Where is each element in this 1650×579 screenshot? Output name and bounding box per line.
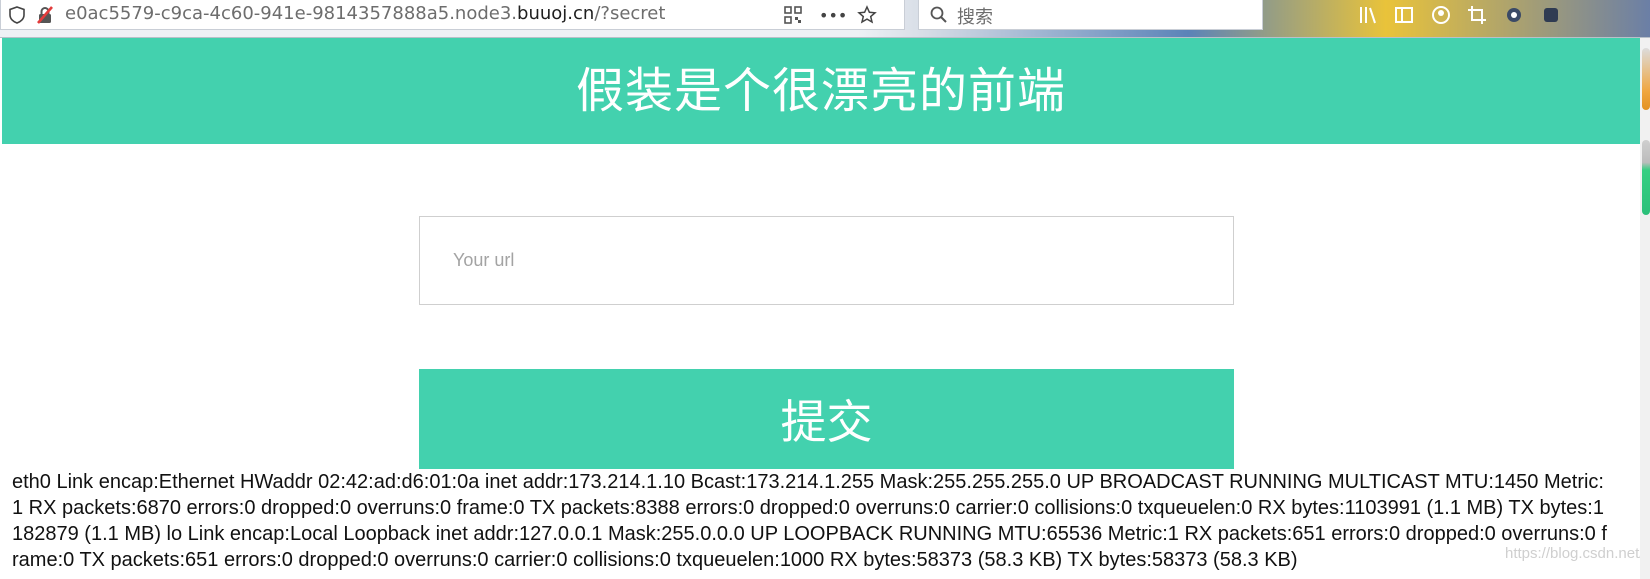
scrollbar-thumb-top[interactable] bbox=[1642, 48, 1650, 110]
page-title: 假装是个很漂亮的前端 bbox=[575, 63, 1066, 119]
scrollbar-track[interactable] bbox=[1640, 38, 1650, 579]
more-actions-icon[interactable]: ••• bbox=[819, 6, 847, 26]
browser-toolbar: e0ac5579-c9ca-4c60-941e-9814357888a5.nod… bbox=[0, 0, 1650, 38]
search-icon bbox=[929, 5, 949, 25]
insecure-lock-icon[interactable] bbox=[35, 5, 55, 25]
search-placeholder: 搜索 bbox=[957, 7, 993, 28]
address-bar[interactable]: e0ac5579-c9ca-4c60-941e-9814357888a5.nod… bbox=[0, 0, 905, 30]
qr-code-icon[interactable] bbox=[783, 5, 803, 25]
url-text[interactable]: e0ac5579-c9ca-4c60-941e-9814357888a5.nod… bbox=[65, 3, 665, 24]
bookmark-star-icon[interactable] bbox=[857, 5, 877, 25]
account-icon[interactable] bbox=[1430, 4, 1452, 26]
url-prefix: e0ac5579-c9ca-4c60-941e-9814357888a5.nod… bbox=[65, 3, 518, 24]
command-output: eth0 Link encap:Ethernet HWaddr 02:42:ad… bbox=[12, 471, 1607, 571]
extension-icon[interactable] bbox=[1503, 4, 1525, 26]
url-suffix: /?secret bbox=[594, 3, 666, 24]
page-header: 假装是个很漂亮的前端 bbox=[2, 38, 1640, 144]
submit-button[interactable]: 提交 bbox=[419, 369, 1234, 469]
sidebar-icon[interactable] bbox=[1393, 4, 1415, 26]
shield-icon[interactable] bbox=[7, 5, 27, 25]
library-icon[interactable] bbox=[1357, 4, 1379, 26]
scrollbar-thumb[interactable] bbox=[1642, 140, 1650, 215]
extension-icon-2[interactable] bbox=[1540, 4, 1562, 26]
search-box[interactable]: 搜索 bbox=[918, 0, 1263, 30]
crop-icon[interactable] bbox=[1466, 4, 1488, 26]
url-input[interactable] bbox=[419, 216, 1234, 305]
url-domain: buuoj.cn bbox=[517, 3, 595, 24]
watermark: https://blog.csdn.net/crisprx bbox=[1505, 545, 1650, 562]
